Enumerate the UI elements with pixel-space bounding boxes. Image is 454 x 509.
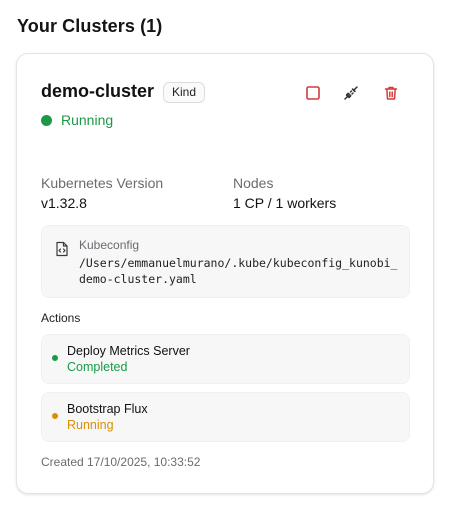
nodes-label: Nodes [233,175,274,191]
action-item-bootstrap-flux: Bootstrap Flux Running [41,392,410,442]
action-status: Running [67,418,114,432]
action-item-deploy-metrics-server: Deploy Metrics Server Completed [41,334,410,384]
cluster-status: Running [41,112,113,128]
status-dot [41,114,52,126]
action-name: Deploy Metrics Server [67,344,190,358]
unplug-icon [344,86,358,100]
stop-cluster-button[interactable] [303,83,323,103]
page-title: Your Clusters (1) [17,16,163,36]
kubeconfig-label: Kubeconfig [79,238,140,252]
status-text: Running [61,112,114,128]
cluster-card: demo-cluster Kind Running Kubernetes Ver… [16,53,434,494]
disconnect-button[interactable] [341,83,361,103]
kubernetes-version-label: Kubernetes Version [41,175,164,191]
trash-icon [384,86,398,100]
action-status-dot [52,413,58,419]
action-status-dot [52,355,58,361]
stop-icon [306,86,320,100]
cluster-type-badge: Kind [163,82,206,103]
actions-heading: Actions [41,311,81,325]
created-timestamp: Created 17/10/2025, 10:33:52 [41,455,201,469]
action-status: Completed [67,360,128,374]
cluster-name: demo-cluster [41,81,155,101]
nodes-value: 1 CP / 1 workers [233,195,337,211]
code-file-icon [56,241,68,257]
kubeconfig-box: Kubeconfig /Users/emmanuelmurano/.kube/k… [41,225,410,298]
kubernetes-version-value: v1.32.8 [41,195,87,211]
action-name: Bootstrap Flux [67,402,148,416]
kubeconfig-path: /Users/emmanuelmurano/.kube/kubeconfig_k… [79,256,398,286]
delete-cluster-button[interactable] [381,83,401,103]
